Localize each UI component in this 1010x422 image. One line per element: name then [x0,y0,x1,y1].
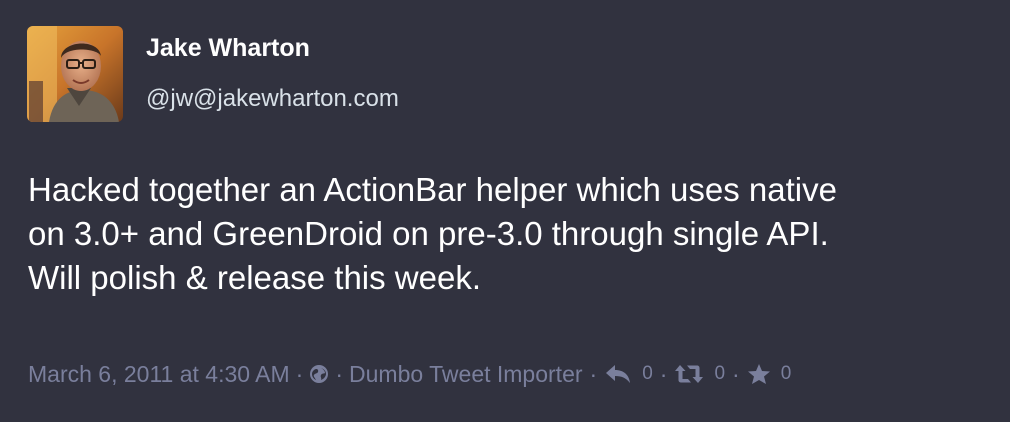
favourites-count: 0 [780,363,792,384]
star-icon[interactable] [747,363,771,385]
account-handle[interactable]: @jw@jakewharton.com [146,85,399,113]
separator: · [732,360,740,387]
reblogs-count: 0 [714,363,726,384]
status-card: Jake Wharton @jw@jakewharton.com Hacked … [0,0,1010,422]
separator: · [589,360,598,387]
separator: · [335,360,344,387]
separator: · [295,360,304,387]
application-link[interactable]: Dumbo Tweet Importer [349,361,583,388]
timestamp-link[interactable]: March 6, 2011 at 4:30 AM [28,361,290,388]
avatar[interactable] [27,26,123,122]
status-meta-bar: March 6, 2011 at 4:30 AM · · Dumbo Tweet… [28,356,791,392]
globe-icon [309,364,329,384]
status-content: Hacked together an ActionBar helper whic… [28,171,837,296]
avatar-image [27,26,123,122]
display-name[interactable]: Jake Wharton [146,34,310,63]
reply-icon[interactable] [604,363,632,385]
separator: · [659,360,668,387]
retweet-icon[interactable] [674,363,704,385]
replies-count: 0 [642,363,653,384]
